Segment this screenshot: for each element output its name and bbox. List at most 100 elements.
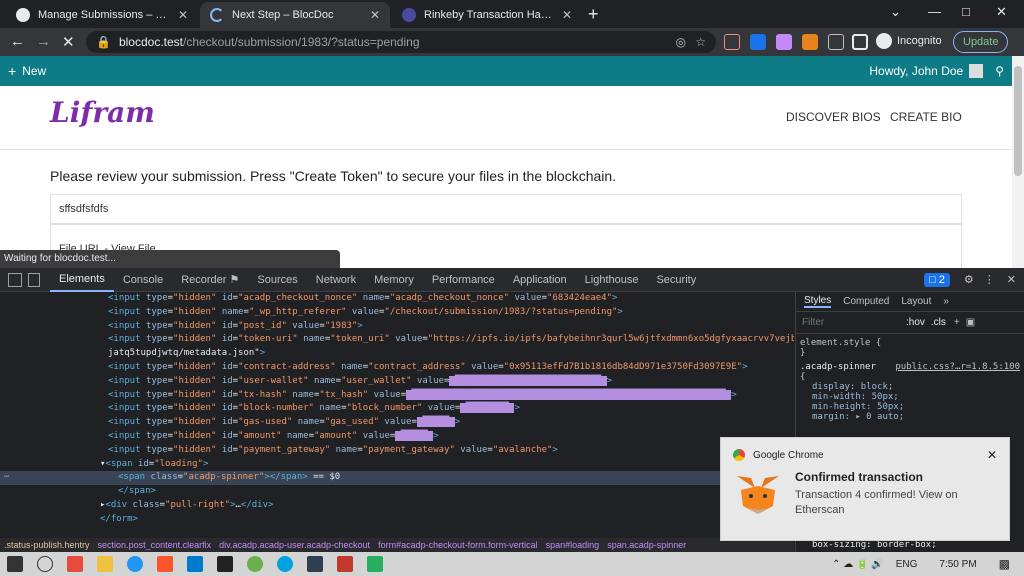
forward-arrow-icon[interactable]: → — [36, 33, 51, 50]
address-bar[interactable]: 🔒 blocdoc.test/checkout/submission/1983/… — [86, 31, 716, 53]
file-explorer-icon[interactable] — [97, 556, 113, 572]
tab-recorder[interactable]: Recorder ⚑ — [172, 268, 248, 292]
breadcrumb-item[interactable]: div.acadp.acadp-user.acadp-checkout — [219, 540, 370, 550]
close-devtools-icon[interactable]: ✕ — [1007, 273, 1016, 286]
back-arrow-icon[interactable]: ← — [10, 33, 25, 50]
notifications-icon[interactable]: ▩ — [999, 557, 1010, 571]
eye-off-icon[interactable]: ◎ — [676, 35, 686, 49]
search-icon[interactable] — [37, 556, 53, 572]
snip-tool-icon[interactable] — [67, 556, 83, 572]
tab-layout[interactable]: Layout — [901, 296, 931, 307]
dom-node-line[interactable]: <input type="hidden" id="tx-hash" name="… — [0, 389, 794, 403]
feather-extension-icon[interactable] — [776, 34, 792, 50]
inspect-element-icon[interactable] — [8, 272, 22, 287]
tab-sources[interactable]: Sources — [248, 268, 306, 292]
elements-tree[interactable]: <input type="hidden" id="acadp_checkout_… — [0, 292, 794, 538]
settings-gear-icon[interactable]: ⚙ — [964, 273, 974, 286]
tab-search-icon[interactable]: ⌄ — [890, 4, 901, 20]
tab-network[interactable]: Network — [307, 268, 365, 292]
side-panel-icon[interactable] — [852, 34, 868, 50]
extension-n-icon[interactable] — [750, 34, 766, 50]
tab-memory[interactable]: Memory — [365, 268, 423, 292]
windows-start-icon[interactable] — [7, 556, 23, 572]
issues-badge[interactable]: □ 2 — [924, 272, 950, 287]
app-icon[interactable] — [277, 556, 293, 572]
rule-source-link[interactable]: public.css?…r=1.8.5:100 — [895, 362, 1020, 372]
breadcrumb-item[interactable]: .status-publish.hentry — [4, 540, 90, 550]
dom-node-line[interactable]: <input type="hidden" id="acadp_checkout_… — [0, 292, 794, 306]
maximize-button[interactable]: □ — [962, 4, 970, 19]
chrome-taskbar-icon[interactable] — [127, 556, 143, 572]
tab-lighthouse[interactable]: Lighthouse — [576, 268, 648, 292]
site-logo[interactable]: Lifram — [50, 96, 155, 129]
dom-node-line[interactable]: <input type="hidden" id="payment_gateway… — [0, 444, 794, 458]
chrome-notification[interactable]: Google Chrome ✕ Confirmed transaction Tr… — [720, 437, 1010, 541]
update-button[interactable]: Update — [953, 31, 1009, 53]
avatar[interactable] — [969, 64, 984, 78]
tab-manage-submissions[interactable]: Manage Submissions – BlocDoc ✕ — [6, 2, 198, 28]
hov-toggle[interactable]: :hov — [906, 317, 925, 328]
minimize-button[interactable]: — — [928, 4, 941, 19]
app-icon[interactable] — [307, 556, 323, 572]
dom-node-line[interactable]: <input type="hidden" name="_wp_http_refe… — [0, 306, 794, 320]
extensions-puzzle-icon[interactable] — [828, 34, 844, 50]
css-prop[interactable]: margin: ▸ 0 auto; — [800, 412, 1020, 422]
dom-node-line[interactable]: <input type="hidden" id="user-wallet" na… — [0, 375, 794, 389]
new-link[interactable]: New — [22, 64, 46, 78]
css-prop-box-sizing[interactable]: box-sizing: border-box; — [812, 540, 937, 550]
dom-node-line[interactable]: <input type="hidden" id="gas-used" name=… — [0, 416, 794, 430]
selected-node-ellipsis-icon[interactable]: ⋯ — [4, 472, 9, 482]
incognito-indicator[interactable]: Incognito — [876, 33, 942, 49]
css-prop[interactable]: min-width: 50px; — [800, 392, 1020, 402]
dom-node-line[interactable]: </form> — [0, 513, 794, 527]
dom-node-line[interactable]: jatq5tupdjwtq/metadata.json"> — [0, 347, 794, 361]
filezilla-icon[interactable] — [337, 556, 353, 572]
system-tray-icons[interactable]: ⌃ ☁ 🔋 🔊 — [832, 559, 884, 570]
tab-console[interactable]: Console — [114, 268, 172, 292]
new-style-rule-icon[interactable]: + — [954, 317, 960, 328]
dom-node-line[interactable]: <span class="acadp-spinner"></span> == $… — [0, 471, 794, 486]
bookmark-star-icon[interactable]: ☆ — [695, 35, 706, 49]
tab-computed[interactable]: Computed — [843, 296, 889, 307]
tab-performance[interactable]: Performance — [423, 268, 504, 292]
computed-sidebar-icon[interactable]: ▣ — [966, 317, 975, 328]
app-icon[interactable] — [367, 556, 383, 572]
css-prop[interactable]: min-height: 50px; — [800, 402, 1020, 412]
clock[interactable]: 7:50 PM — [939, 559, 976, 570]
breadcrumb-item[interactable]: span.acadp-spinner — [607, 540, 686, 550]
breadcrumb-item[interactable]: span#loading — [546, 540, 600, 550]
tab-next-step[interactable]: Next Step – BlocDoc ✕ — [200, 2, 390, 28]
stop-loading-icon[interactable]: ✕ — [62, 33, 75, 51]
nav-create-bio[interactable]: CREATE BIO — [890, 110, 962, 124]
dom-node-line[interactable]: <input type="hidden" id="contract-addres… — [0, 361, 794, 375]
dom-node-line[interactable]: <input type="hidden" id="token-uri" name… — [0, 333, 794, 347]
language-indicator[interactable]: ENG — [896, 559, 918, 570]
lock-icon[interactable]: 🔒 — [96, 35, 111, 49]
dom-node-line[interactable]: </span> — [0, 485, 794, 499]
close-notification-icon[interactable]: ✕ — [987, 448, 997, 462]
tab-rinkeby[interactable]: Rinkeby Transaction Hash (Txhash ✕ — [392, 2, 582, 28]
app-icon[interactable] — [247, 556, 263, 572]
scrollbar-thumb[interactable] — [1014, 66, 1022, 176]
close-tab-icon[interactable]: ✕ — [370, 8, 380, 22]
tab-elements[interactable]: Elements — [50, 268, 114, 292]
dom-node-line[interactable]: ▾<span id="loading"> — [0, 458, 794, 472]
brave-icon[interactable] — [157, 556, 173, 572]
close-window-button[interactable]: ✕ — [996, 4, 1007, 20]
search-icon[interactable]: ⚲ — [995, 64, 1004, 78]
plus-icon[interactable]: + — [8, 63, 16, 79]
page-scrollbar[interactable] — [1012, 56, 1024, 268]
cls-toggle[interactable]: .cls — [931, 317, 946, 328]
vscode-icon[interactable] — [187, 556, 203, 572]
close-tab-icon[interactable]: ✕ — [178, 8, 188, 22]
metamask-icon[interactable] — [802, 34, 818, 50]
tab-security[interactable]: Security — [647, 268, 705, 292]
howdy-link[interactable]: Howdy, John Doe — [869, 64, 963, 78]
breadcrumb-item[interactable]: form#acadp-checkout-form.form-vertical — [378, 540, 538, 550]
tab-application[interactable]: Application — [504, 268, 576, 292]
more-tabs-icon[interactable]: » — [943, 296, 949, 307]
dom-node-line[interactable]: <input type="hidden" id="amount" name="a… — [0, 430, 794, 444]
more-options-icon[interactable]: ⋮ — [984, 273, 995, 286]
styles-filter-input[interactable] — [802, 317, 902, 328]
css-prop[interactable]: display: block; — [800, 382, 1020, 392]
